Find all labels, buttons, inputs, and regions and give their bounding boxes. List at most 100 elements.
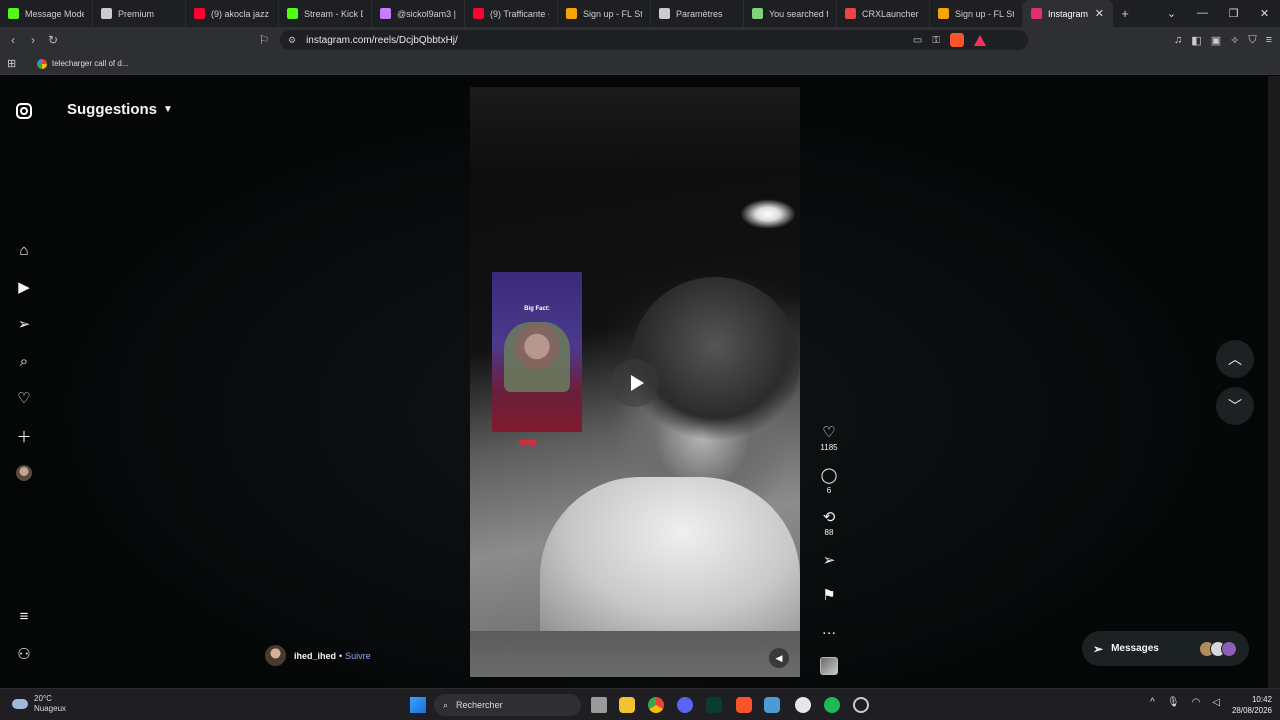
browser-tab[interactable]: Sign up - FL Stud <box>930 0 1023 27</box>
app-icon[interactable] <box>706 697 722 713</box>
more-options-action[interactable]: … <box>814 622 844 638</box>
repost-icon: ⟲ <box>822 509 836 526</box>
sidebar-icon[interactable]: ◧ <box>1191 34 1201 47</box>
repost-action[interactable]: ⟲ 88 <box>814 509 844 538</box>
like-count: 1185 <box>820 443 838 452</box>
microphone-icon[interactable]: 🎙 <box>1167 697 1180 708</box>
suggestions-dropdown[interactable]: Suggestions ▼ <box>67 101 173 118</box>
reel-video[interactable]: Big Fact: ❤❤ ◀ <box>470 87 800 677</box>
app-icon[interactable] <box>853 697 869 713</box>
browser-tab[interactable]: You searched for <box>744 0 837 27</box>
maximize-button[interactable]: ❐ <box>1218 7 1249 20</box>
search-icon[interactable]: ⌕ <box>14 351 34 371</box>
chevron-down-icon: ▼ <box>163 104 173 115</box>
author-avatar[interactable] <box>265 645 286 666</box>
share-action[interactable]: ➢ <box>814 553 844 569</box>
sticker-text: Big Fact: <box>524 306 550 312</box>
media-icon[interactable]: ♫ <box>1174 34 1182 46</box>
browser-tab[interactable]: CRXLauncher - C <box>837 0 930 27</box>
close-tab-icon[interactable]: ✕ <box>1095 7 1104 20</box>
like-action[interactable]: ♡ 1185 <box>814 425 844 453</box>
app-icon[interactable] <box>795 697 811 713</box>
send-icon: ➢ <box>1093 641 1104 656</box>
previous-reel-button[interactable]: ︿ <box>1216 340 1254 378</box>
back-button[interactable]: ‹ <box>3 33 23 47</box>
audio-thumbnail[interactable] <box>820 657 838 675</box>
browser-tab[interactable]: (9) Trafficante - B <box>465 0 558 27</box>
bookmark-icon[interactable]: ⚐ <box>254 33 274 47</box>
brave-icon[interactable] <box>736 697 752 713</box>
tab-label: Sign up - FL Stud <box>955 8 1014 19</box>
url-actions: ▭ ⚿ <box>913 30 986 50</box>
leo-ai-icon[interactable]: ✧ <box>1230 34 1239 47</box>
chrome-icon[interactable] <box>648 697 664 713</box>
gear-icon <box>101 8 112 19</box>
weather-widget[interactable]: 20°C Nuageux <box>12 694 66 714</box>
browser-tab[interactable]: Stream - Kick De <box>279 0 372 27</box>
tab-bar: + ⌄ — ❐ ✕ Message Modera Premium (9) akocl… <box>0 0 1280 27</box>
more-menu-icon[interactable]: ≡ <box>14 606 34 626</box>
browser-tab[interactable]: Premium <box>93 0 186 27</box>
play-button[interactable] <box>611 359 659 407</box>
kick-icon <box>287 8 298 19</box>
tab-label: Instagram <box>1048 8 1089 19</box>
system-tray: ^ 🎙 ◠ ◁ <box>1150 697 1220 708</box>
forward-button[interactable]: › <box>23 33 43 47</box>
new-tab-button[interactable]: + <box>1113 6 1137 21</box>
clock[interactable]: 10:42 28/08/2026 <box>1232 694 1272 716</box>
brave-rewards-icon[interactable] <box>974 34 986 46</box>
discord-icon[interactable] <box>677 697 693 713</box>
app-icon[interactable] <box>764 697 780 713</box>
vpn-icon[interactable]: ⛉ <box>1248 34 1256 47</box>
bookmark-item[interactable]: telecharger call of d... <box>37 58 128 69</box>
site-info-icon[interactable]: ⚙ <box>288 35 296 46</box>
browser-tab[interactable]: Instagram ✕ <box>1023 0 1113 27</box>
messages-send-icon[interactable]: ➢ <box>14 314 34 334</box>
browser-tab[interactable]: @sickol9am3 | g <box>372 0 465 27</box>
browser-tab[interactable]: (9) akocla jazz cr <box>186 0 279 27</box>
browser-tab[interactable]: Paramètres <box>651 0 744 27</box>
also-from-meta-icon[interactable]: ⚇ <box>14 644 34 664</box>
fl-studio-icon <box>938 8 949 19</box>
apps-grid-icon[interactable]: ⊞ <box>7 57 21 70</box>
tab-label: (9) Trafficante - B <box>490 8 549 19</box>
profile-avatar[interactable] <box>14 463 34 483</box>
brave-shields-icon[interactable] <box>950 33 964 47</box>
author-name[interactable]: ihed_ihed <box>294 651 336 661</box>
tab-label: (9) akocla jazz cr <box>211 8 270 19</box>
menu-icon[interactable]: ≡ <box>1266 34 1272 46</box>
key-icon[interactable]: ⚿ <box>932 35 940 46</box>
spotify-icon[interactable] <box>824 697 840 713</box>
minimize-button[interactable]: — <box>1187 7 1218 20</box>
notifications-heart-icon[interactable]: ♡ <box>14 388 34 408</box>
cloud-icon <box>12 699 28 709</box>
wifi-icon[interactable]: ◠ <box>1192 697 1201 708</box>
chevron-up-icon[interactable]: ^ <box>1150 697 1155 708</box>
wallet-icon[interactable]: ▣ <box>1211 34 1221 47</box>
create-plus-icon[interactable]: ＋ <box>14 426 34 446</box>
file-explorer-icon[interactable] <box>619 697 635 713</box>
next-reel-button[interactable]: ﹀ <box>1216 387 1254 425</box>
reload-button[interactable]: ↻ <box>43 33 63 47</box>
tab-search-chevron-icon[interactable]: ⌄ <box>1156 7 1187 20</box>
reels-icon[interactable]: ▶ <box>14 277 34 297</box>
reel-author: ihed_ihed • Suivre <box>265 645 371 666</box>
subject-shirt <box>540 477 800 637</box>
browser-tab[interactable]: Message Modera <box>0 0 93 27</box>
taskbar-search[interactable]: ⌕ Rechercher <box>434 694 581 716</box>
cast-icon[interactable]: ▭ <box>913 35 922 46</box>
home-icon[interactable]: ⌂ <box>14 240 34 260</box>
scrollbar[interactable] <box>1268 76 1280 688</box>
instagram-logo-icon[interactable] <box>16 103 32 119</box>
volume-icon[interactable]: ◁ <box>1212 697 1220 708</box>
follow-button[interactable]: Suivre <box>345 651 371 661</box>
close-window-button[interactable]: ✕ <box>1249 7 1280 20</box>
save-action[interactable]: ⚑ <box>814 588 844 604</box>
background-light <box>740 199 796 229</box>
messages-button[interactable]: ➢ Messages <box>1082 631 1249 666</box>
windows-start-icon[interactable] <box>410 697 426 713</box>
mute-button[interactable]: ◀ <box>769 648 789 668</box>
browser-tab[interactable]: Sign up - FL Stud <box>558 0 651 27</box>
task-view-icon[interactable] <box>591 697 607 713</box>
comment-action[interactable]: ◯ 6 <box>814 468 844 496</box>
